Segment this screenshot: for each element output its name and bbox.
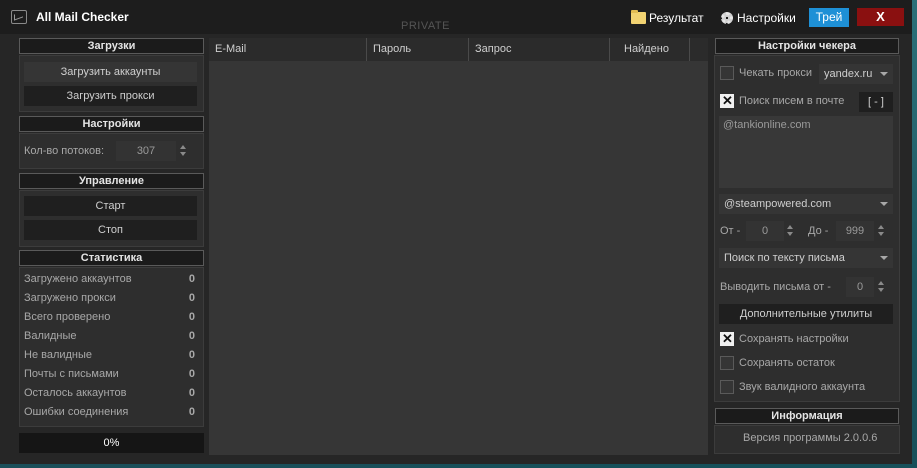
save-rest-label: Сохранять остаток — [739, 357, 835, 369]
stat-value: 0 — [188, 292, 195, 304]
to-label: До - — [808, 225, 829, 237]
progress-bar: 0% — [19, 433, 204, 453]
proxy-site-value: yandex.ru — [824, 68, 873, 80]
close-button[interactable]: X — [857, 8, 904, 26]
column-request[interactable]: Запрос — [469, 38, 610, 61]
stat-label: Валидные — [24, 330, 77, 342]
output-from-spinner-icon[interactable] — [877, 277, 886, 297]
load-proxies-button[interactable]: Загрузить прокси — [24, 86, 197, 106]
settings-button[interactable]: Настройки — [721, 8, 796, 28]
chevron-down-icon — [880, 256, 888, 260]
stat-label: Ошибки соединения — [24, 406, 129, 418]
downloads-header: Загрузки — [19, 38, 204, 54]
table-header: E-Mail Пароль Запрос Найдено — [209, 38, 708, 61]
stat-value: 0 — [188, 311, 195, 323]
extra-utils-button[interactable]: Дополнительные утилиты — [719, 304, 893, 324]
stat-label: Не валидные — [24, 349, 93, 361]
info-header: Информация — [715, 408, 899, 424]
start-button[interactable]: Старт — [24, 196, 197, 216]
results-button[interactable]: Результат — [631, 8, 704, 28]
from-spinner-icon[interactable] — [786, 221, 795, 241]
results-table[interactable]: E-Mail Пароль Запрос Найдено — [209, 38, 708, 455]
chevron-down-icon — [880, 202, 888, 206]
search-text-area[interactable]: @tankionline.com — [719, 116, 893, 188]
stop-button[interactable]: Стоп — [24, 220, 197, 240]
stat-row: Не валидные 0 — [24, 349, 197, 365]
save-settings-label: Сохранять настройки — [739, 333, 849, 345]
valid-sound-label: Звук валидного аккаунта — [739, 381, 866, 393]
title-bar[interactable]: All Mail Checker PRIVATE Результат Настр… — [0, 0, 912, 34]
gear-icon — [721, 12, 733, 24]
threads-label: Кол-во потоков: — [24, 145, 105, 157]
stat-row: Загружено аккаунтов 0 — [24, 273, 197, 289]
check-proxy-checkbox[interactable] — [720, 66, 734, 80]
save-settings-checkbox[interactable] — [720, 331, 734, 347]
search-mail-label: Поиск писем в почте — [739, 95, 845, 107]
stat-row: Почты с письмами 0 — [24, 368, 197, 384]
stat-row: Загружено прокси 0 — [24, 292, 197, 308]
stat-value: 0 — [188, 387, 195, 399]
search-mode-value: Поиск по тексту письма — [724, 252, 845, 264]
stat-value: 0 — [188, 368, 195, 380]
stat-label: Почты с письмами — [24, 368, 119, 380]
app-window: All Mail Checker PRIVATE Результат Настр… — [0, 0, 912, 464]
stat-row: Валидные 0 — [24, 330, 197, 346]
chevron-down-icon — [880, 72, 888, 76]
threads-spinner-icon[interactable] — [179, 141, 188, 161]
private-label: PRIVATE — [401, 20, 450, 32]
to-spinner-icon[interactable] — [877, 221, 886, 241]
settings-header: Настройки — [19, 116, 204, 132]
control-header: Управление — [19, 173, 204, 189]
stats-header: Статистика — [19, 250, 204, 266]
output-from-label: Выводить письма от - — [720, 281, 831, 293]
stat-value: 0 — [188, 406, 195, 418]
stat-value: 0 — [188, 273, 195, 285]
stat-row: Ошибки соединения 0 — [24, 406, 197, 422]
tray-button[interactable]: Трей — [809, 8, 849, 27]
stat-label: Всего проверено — [24, 311, 111, 323]
stat-value: 0 — [188, 330, 195, 342]
folder-icon — [631, 10, 646, 24]
output-from-input[interactable]: 0 — [846, 277, 874, 297]
stat-row: Всего проверено 0 — [24, 311, 197, 327]
search-mode-select[interactable]: Поиск по тексту письма — [719, 248, 893, 268]
valid-sound-checkbox[interactable] — [720, 380, 734, 394]
stat-row: Осталось аккаунтов 0 — [24, 387, 197, 403]
checker-settings-header: Настройки чекера — [715, 38, 899, 54]
from-input[interactable]: 0 — [746, 221, 784, 241]
save-rest-checkbox[interactable] — [720, 356, 734, 370]
load-accounts-button[interactable]: Загрузить аккаунты — [24, 62, 197, 82]
domain-value: @steampowered.com — [724, 198, 832, 210]
stat-value: 0 — [188, 349, 195, 361]
column-password[interactable]: Пароль — [367, 38, 469, 61]
version-label: Версия программы 2.0.0.6 — [743, 432, 878, 444]
search-mail-checkbox[interactable] — [720, 93, 734, 109]
stat-label: Осталось аккаунтов — [24, 387, 127, 399]
check-proxy-label: Чекать прокси — [739, 67, 812, 79]
stat-label: Загружено прокси — [24, 292, 116, 304]
mail-icon — [11, 10, 27, 24]
to-input[interactable]: 999 — [836, 221, 874, 241]
domain-select[interactable]: @steampowered.com — [719, 194, 893, 214]
column-email[interactable]: E-Mail — [209, 38, 367, 61]
app-title: All Mail Checker — [36, 10, 129, 24]
column-found[interactable]: Найдено — [610, 38, 690, 61]
toggle-bracket-button[interactable]: [ - ] — [859, 92, 893, 112]
stats-panel — [19, 267, 204, 427]
threads-input[interactable]: 307 — [116, 141, 176, 161]
results-label: Результат — [649, 11, 704, 25]
settings-label: Настройки — [737, 11, 796, 25]
stat-label: Загружено аккаунтов — [24, 273, 132, 285]
proxy-site-select[interactable]: yandex.ru — [819, 64, 893, 84]
from-label: От - — [720, 225, 741, 237]
